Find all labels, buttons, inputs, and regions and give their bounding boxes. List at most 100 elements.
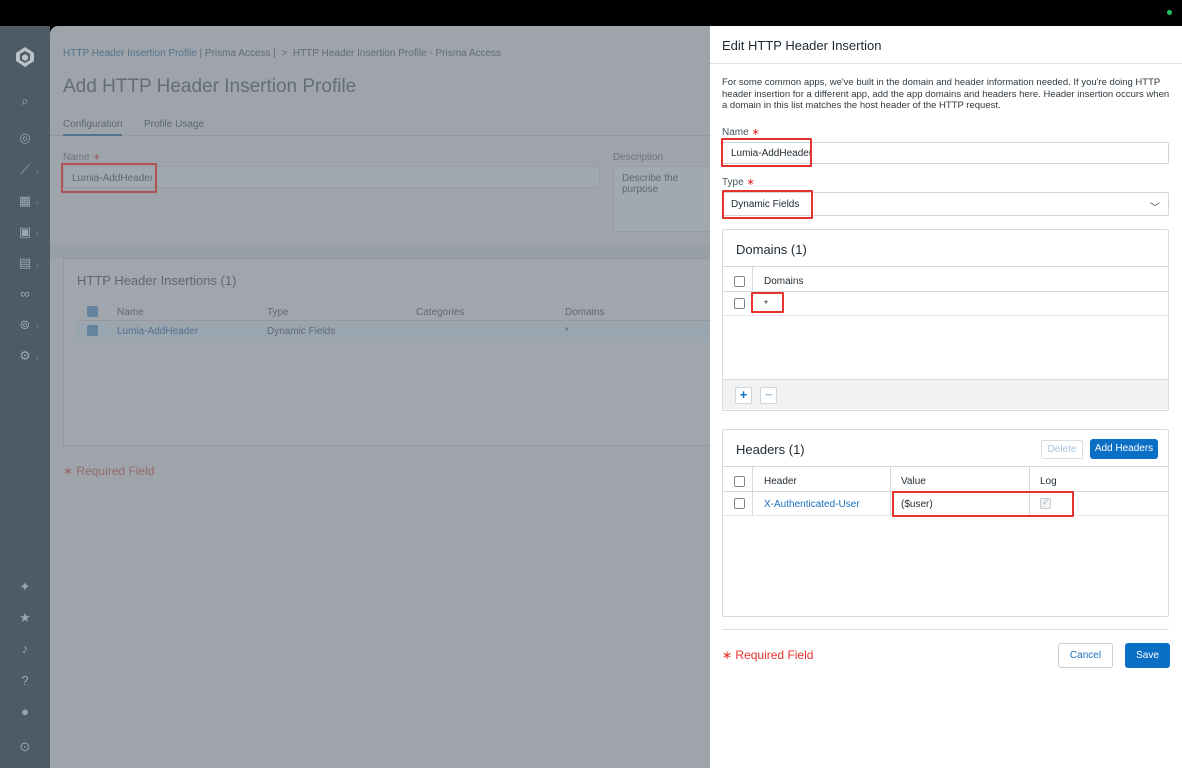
- chevron-right-icon: ›: [36, 167, 39, 176]
- chevron-right-icon: ›: [36, 322, 39, 331]
- collapse-icon[interactable]: ⊙: [17, 739, 33, 755]
- domains-toolbar: + −: [723, 379, 1168, 409]
- select-all-checkbox[interactable]: [734, 476, 745, 487]
- insertions-table-header: Name Type Categories Domains: [77, 303, 710, 321]
- chevron-down-icon: ﹀: [1150, 203, 1160, 214]
- chevron-right-icon: ›: [36, 198, 39, 207]
- column-header: Domains: [764, 276, 804, 287]
- column-header: Name: [117, 307, 144, 318]
- table-row[interactable]: X-Authenticated-User ($user): [723, 492, 1168, 516]
- dashboard-icon[interactable]: ▦: [17, 193, 33, 209]
- divider: [722, 629, 1169, 630]
- column-divider: [752, 492, 753, 515]
- row-name-link[interactable]: Lumia-AddHeader: [117, 326, 198, 337]
- row-checkbox[interactable]: [734, 298, 745, 309]
- description-input[interactable]: Describe the purpose: [613, 166, 710, 232]
- breadcrumb: HTTP Header Insertion Profile | Prisma A…: [63, 48, 501, 59]
- cancel-button[interactable]: Cancel: [1058, 643, 1113, 668]
- save-button[interactable]: Save: [1125, 643, 1170, 668]
- header-name-link[interactable]: X-Authenticated-User: [764, 499, 860, 510]
- column-divider: [890, 467, 891, 491]
- select-all-checkbox[interactable]: [734, 276, 745, 287]
- drawer-description: For some common apps, we've built in the…: [722, 77, 1170, 111]
- table-row[interactable]: Lumia-AddHeader Dynamic Fields *: [77, 322, 710, 342]
- insertions-title: HTTP Header Insertions (1): [77, 273, 237, 288]
- tab-configuration[interactable]: Configuration: [63, 119, 123, 136]
- column-divider: [752, 292, 753, 315]
- name-label: Name ∗: [63, 152, 101, 163]
- column-header: Header: [764, 476, 797, 487]
- user-badge-icon[interactable]: ▤: [17, 255, 33, 271]
- chevron-right-icon: ›: [36, 229, 39, 238]
- star-icon[interactable]: ★: [17, 610, 33, 626]
- binoculars-icon[interactable]: ∞: [17, 286, 33, 302]
- breadcrumb-separator: >: [281, 48, 288, 59]
- table-row[interactable]: *: [723, 292, 1168, 316]
- headers-table-header: Header Value Log: [723, 466, 1168, 492]
- breadcrumb-scope: | Prisma Access |: [199, 48, 276, 59]
- search-icon[interactable]: ⌕: [17, 93, 33, 109]
- chart-icon[interactable]: ⟋: [17, 162, 33, 178]
- delete-button[interactable]: Delete: [1041, 440, 1083, 459]
- column-divider: [752, 267, 753, 291]
- description-label: Description: [613, 152, 664, 163]
- domains-table-header: Domains: [723, 266, 1168, 292]
- help-icon[interactable]: ?: [17, 673, 33, 689]
- column-header: Categories: [416, 307, 465, 318]
- breadcrumb-current: HTTP Header Insertion Profile - Prisma A…: [292, 48, 502, 59]
- edit-drawer: Edit HTTP Header Insertion For some comm…: [710, 26, 1182, 768]
- add-domain-button[interactable]: +: [735, 387, 752, 404]
- name-input[interactable]: Lumia-AddHeader: [722, 142, 1169, 164]
- breadcrumb-link[interactable]: HTTP Header Insertion Profile: [63, 48, 197, 59]
- tab-profile-usage[interactable]: Profile Usage: [144, 119, 204, 130]
- column-divider: [1029, 492, 1030, 515]
- headers-panel: Headers (1) Delete Add Headers Header Va…: [722, 429, 1169, 617]
- user-icon[interactable]: ●: [17, 704, 33, 720]
- background-page: HTTP Header Insertion Profile | Prisma A…: [50, 26, 710, 768]
- column-header: Value: [901, 476, 926, 487]
- column-header: Type: [267, 307, 289, 318]
- required-field-note: ∗ Required Field: [63, 464, 155, 478]
- column-divider: [1029, 467, 1030, 491]
- chevron-right-icon: ›: [36, 353, 39, 362]
- magnify-settings-icon[interactable]: ⊚: [17, 317, 33, 333]
- add-headers-button[interactable]: Add Headers: [1090, 439, 1158, 459]
- row-type: Dynamic Fields: [267, 326, 336, 337]
- gear-icon[interactable]: ⚙: [17, 348, 33, 364]
- chevron-right-icon: ›: [36, 260, 39, 269]
- row-checkbox[interactable]: [734, 498, 745, 509]
- sparkle-icon[interactable]: ✦: [17, 579, 33, 595]
- bullseye-icon[interactable]: ◎: [17, 130, 33, 146]
- column-divider: [890, 492, 891, 515]
- name-label: Name ∗: [722, 127, 760, 138]
- row-domains: *: [565, 326, 569, 337]
- top-bar: [0, 0, 1182, 26]
- drawer-title: Edit HTTP Header Insertion: [722, 38, 882, 53]
- column-header: Domains: [565, 307, 605, 318]
- insertions-card: HTTP Header Insertions (1) Name Type Cat…: [63, 258, 710, 446]
- column-divider: [752, 467, 753, 491]
- tab-bar: Configuration Profile Usage: [50, 116, 710, 136]
- bell-icon[interactable]: ♪: [17, 641, 33, 657]
- domains-title: Domains (1): [736, 242, 807, 257]
- section-divider: [50, 244, 710, 258]
- domains-panel: Domains (1) Domains * + −: [722, 229, 1169, 411]
- domain-value[interactable]: *: [764, 299, 768, 310]
- type-label: Type ∗: [722, 177, 755, 188]
- headers-title: Headers (1): [736, 442, 805, 457]
- left-nav: ⌕ ◎ ⟋ › ▦ › ▣ › ▤ › ∞ ⊚ › ⚙ › ✦ ★ ♪ ? ● …: [0, 26, 50, 768]
- column-header: Log: [1040, 476, 1057, 487]
- briefcase-icon[interactable]: ▣: [17, 224, 33, 240]
- page-title: Add HTTP Header Insertion Profile: [63, 76, 357, 97]
- header-value[interactable]: ($user): [901, 499, 933, 510]
- logo-icon: [16, 47, 34, 67]
- type-select[interactable]: Dynamic Fields ﹀: [722, 192, 1169, 216]
- log-checkbox[interactable]: [1040, 497, 1051, 509]
- row-checkbox[interactable]: [87, 325, 98, 336]
- name-input[interactable]: Lumia-AddHeader: [63, 166, 600, 188]
- required-field-note: ∗ Required Field: [722, 648, 814, 662]
- remove-domain-button[interactable]: −: [760, 387, 777, 404]
- status-dot: [1167, 10, 1172, 15]
- divider: [710, 63, 1182, 64]
- select-all-checkbox[interactable]: [87, 306, 98, 317]
